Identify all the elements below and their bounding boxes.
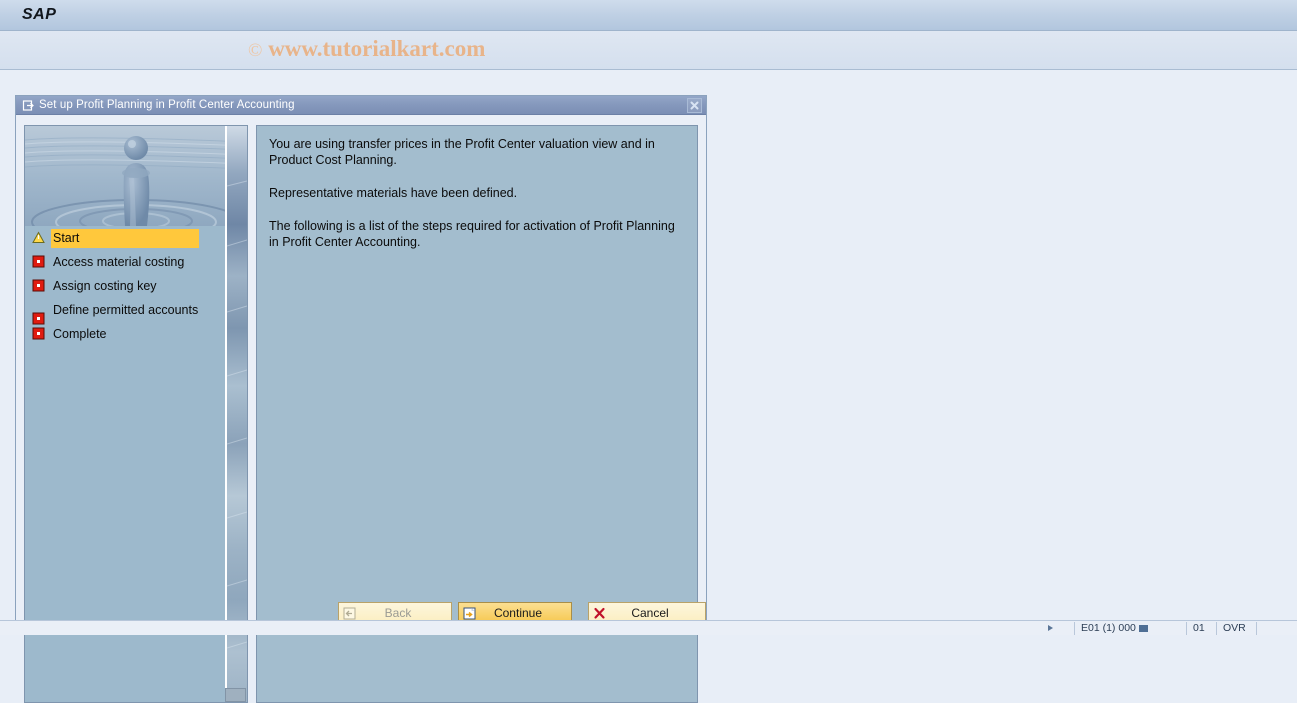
status-cursor-icon [1048, 622, 1053, 635]
status-bar: E01 (1) 000 01 OVR [0, 620, 1297, 635]
water-droplet-splash-image [25, 126, 247, 226]
continue-arrow-icon [459, 607, 479, 620]
red-square-icon [32, 327, 45, 340]
content-paragraph: The following is a list of the steps req… [269, 219, 675, 249]
cancel-button-label: Cancel [631, 606, 669, 620]
red-square-icon [32, 279, 45, 292]
content-paragraph: Representative materials have been defin… [269, 186, 518, 200]
content-paragraph: You are using transfer prices in the Pro… [269, 137, 655, 167]
wizard-step-label: Define permitted accounts [53, 303, 199, 317]
wizard-step-define-permitted-accounts[interactable]: Define permitted accounts [25, 300, 247, 325]
wizard-step-access-material-costing[interactable]: Access material costing [25, 252, 247, 276]
status-instance: 01 [1186, 622, 1205, 635]
sap-title-bar: SAP [0, 0, 1297, 31]
wizard-step-complete[interactable]: Complete [25, 324, 247, 348]
wizard-step-label: Complete [53, 327, 107, 341]
continue-button-label: Continue [493, 606, 543, 620]
sap-logo: SAP [22, 6, 57, 23]
close-icon[interactable] [687, 98, 702, 113]
dialog-title: Set up Profit Planning in Profit Center … [39, 99, 295, 111]
status-insert-mode: OVR [1216, 622, 1246, 635]
back-arrow-icon [339, 607, 359, 620]
wizard-step-start[interactable]: Start [25, 228, 247, 252]
watermark-text: www.tutorialkart.com [268, 36, 486, 61]
wizard-dialog: Set up Profit Planning in Profit Center … [15, 95, 707, 703]
red-x-icon [589, 607, 609, 620]
wizard-step-label: Assign costing key [53, 279, 157, 293]
red-square-icon [32, 255, 45, 268]
dialog-window-icon [22, 99, 35, 112]
watermark-copyright-symbol: © [248, 40, 263, 61]
status-resize-grip[interactable] [1256, 622, 1266, 635]
wizard-step-assign-costing-key[interactable]: Assign costing key [25, 276, 247, 300]
status-system-label: E01 (1) 000 [1081, 622, 1136, 634]
wizard-step-label: Start [51, 229, 199, 248]
wizard-step-list: Start Access material costing Assign cos… [25, 226, 247, 348]
wizard-step-label: Access material costing [53, 255, 185, 269]
watermark: © www.tutorialkart.com [248, 36, 485, 62]
status-system-info: E01 (1) 000 [1074, 622, 1148, 635]
sap-toolbar [0, 31, 1297, 70]
dialog-body: Start Access material costing Assign cos… [16, 116, 706, 703]
pane-resize-handle[interactable] [225, 688, 246, 702]
back-button-label: Back [384, 606, 412, 620]
warning-triangle-icon [32, 231, 45, 244]
dialog-title-bar: Set up Profit Planning in Profit Center … [16, 96, 706, 115]
